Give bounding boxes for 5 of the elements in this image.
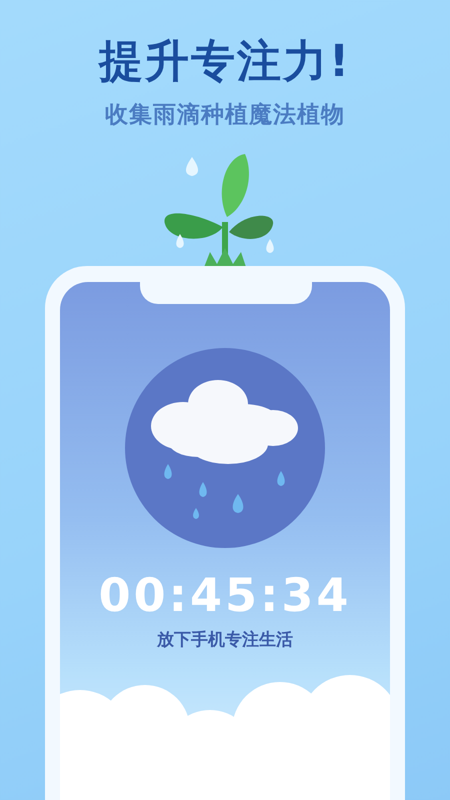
timer-readout: 00:45:34 xyxy=(98,568,352,622)
subheadline: 收集雨滴种植魔法植物 xyxy=(105,101,345,130)
timer-caption: 放下手机专注生活 xyxy=(157,629,293,652)
rain-cloud-icon xyxy=(123,346,327,550)
headline: 提升专注力! xyxy=(98,35,352,89)
